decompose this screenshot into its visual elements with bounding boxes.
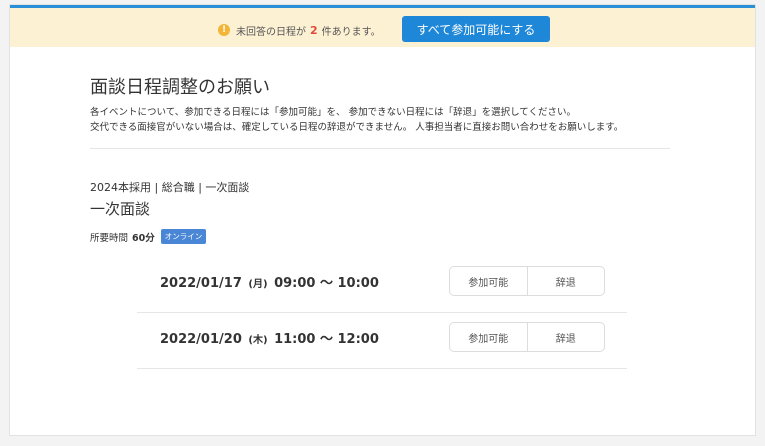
- decline-button[interactable]: 辞退: [528, 267, 605, 295]
- decline-button[interactable]: 辞退: [528, 323, 605, 351]
- section-divider: [90, 148, 670, 149]
- event-meta: 所要時間 60分 オンライン: [90, 229, 207, 244]
- slot-time: 11:00 ～ 12:00: [274, 332, 379, 347]
- slot-datetime: 2022/01/20 (木) 11:00 ～ 12:00: [160, 328, 379, 347]
- accept-button[interactable]: 参加可能: [450, 267, 528, 295]
- slot-time: 09:00 ～ 10:00: [274, 276, 379, 291]
- schedule-slot: 2022/01/17 (月) 09:00 ～ 10:00 参加可能 辞退: [137, 256, 627, 313]
- unanswered-notice-bar: ! 未回答の日程が 2 件あります。 すべて参加可能にする: [10, 8, 755, 47]
- slot-response-toggle: 参加可能 辞退: [449, 266, 605, 296]
- slot-day-of-week: (木): [248, 335, 268, 346]
- page-title: 面談日程調整のお願い: [90, 77, 270, 98]
- page-frame: ! 未回答の日程が 2 件あります。 すべて参加可能にする 面談日程調整のお願い…: [9, 4, 756, 436]
- instructions: 各イベントについて、参加できる日程には「参加可能」を、 参加できない日程には「辞…: [90, 105, 623, 135]
- info-warning-icon: !: [218, 24, 230, 36]
- event-name: 一次面談: [90, 200, 151, 218]
- accept-all-button[interactable]: すべて参加可能にする: [402, 16, 550, 42]
- slot-day-of-week: (月): [248, 279, 268, 290]
- event-breadcrumb: 2024本採用 | 総合職 | 一次面談: [90, 181, 250, 194]
- notice-message: ! 未回答の日程が 2 件あります。: [218, 22, 381, 38]
- instructions-line-1: 各イベントについて、参加できる日程には「参加可能」を、 参加できない日程には「辞…: [90, 107, 577, 118]
- instructions-line-2: 交代できる面接官がいない場合は、確定している日程の辞退ができません。 人事担当者…: [90, 122, 624, 133]
- slot-response-toggle: 参加可能 辞退: [449, 322, 605, 352]
- slot-date: 2022/01/20: [160, 332, 242, 347]
- schedule-slot: 2022/01/20 (木) 11:00 ～ 12:00 参加可能 辞退: [137, 312, 627, 369]
- unanswered-count: 2: [310, 23, 318, 37]
- duration-label: 所要時間: [90, 232, 129, 244]
- notice-text-before: 未回答の日程が: [236, 26, 306, 38]
- duration-value: 60分: [132, 232, 155, 244]
- notice-text-after: 件あります。: [321, 26, 381, 38]
- online-badge: オンライン: [160, 229, 207, 244]
- slot-date: 2022/01/17: [160, 276, 242, 291]
- slot-datetime: 2022/01/17 (月) 09:00 ～ 10:00: [160, 272, 379, 291]
- accept-button[interactable]: 参加可能: [450, 323, 528, 351]
